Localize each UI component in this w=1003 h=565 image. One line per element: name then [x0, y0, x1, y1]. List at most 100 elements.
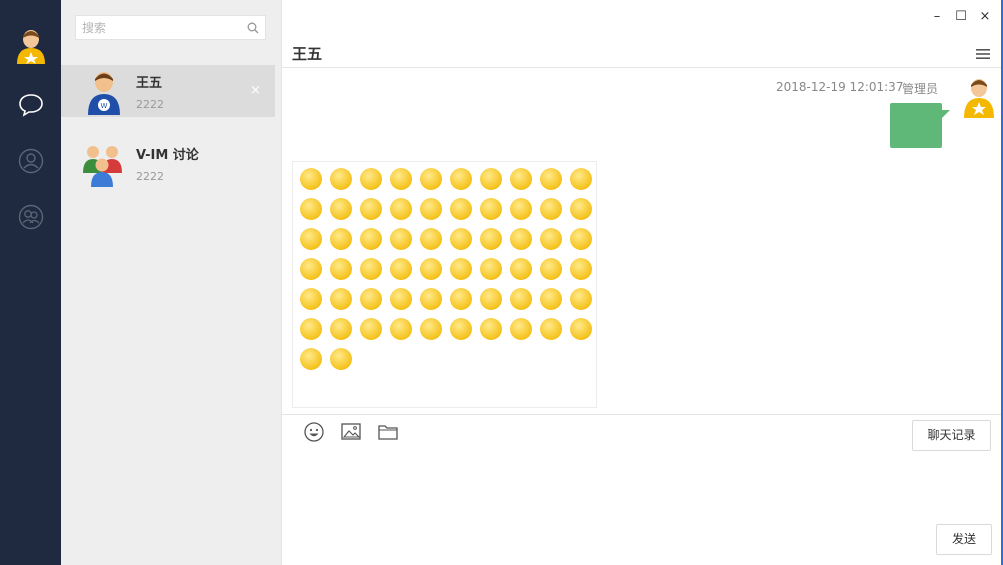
emoji-item[interactable]	[356, 164, 386, 194]
emoji-item[interactable]	[566, 194, 596, 224]
emoji-icon	[570, 288, 592, 310]
emoji-item[interactable]	[386, 254, 416, 284]
emoji-item[interactable]	[476, 314, 506, 344]
emoji-icon	[300, 288, 322, 310]
emoji-item[interactable]	[416, 194, 446, 224]
emoji-item[interactable]	[536, 224, 566, 254]
contacts-icon[interactable]	[18, 148, 44, 174]
emoji-item[interactable]	[296, 164, 326, 194]
emoji-item[interactable]	[506, 224, 536, 254]
emoji-icon	[390, 198, 412, 220]
emoji-icon	[510, 288, 532, 310]
emoji-item[interactable]	[326, 344, 356, 374]
contact-item[interactable]: V-IM 讨论 2222	[61, 137, 275, 189]
emoji-icon	[450, 258, 472, 280]
emoji-item[interactable]	[326, 164, 356, 194]
close-icon[interactable]: ×	[250, 83, 261, 98]
groups-icon[interactable]	[18, 204, 44, 230]
emoji-item[interactable]	[416, 224, 446, 254]
image-icon[interactable]	[340, 421, 362, 443]
emoji-item[interactable]	[326, 254, 356, 284]
emoji-item[interactable]	[566, 254, 596, 284]
emoji-item[interactable]	[506, 284, 536, 314]
emoji-item[interactable]	[296, 194, 326, 224]
emoji-item[interactable]	[296, 314, 326, 344]
sender-avatar	[964, 79, 994, 118]
emoji-item[interactable]	[296, 284, 326, 314]
emoji-item[interactable]	[566, 284, 596, 314]
emoji-item[interactable]	[326, 224, 356, 254]
emoji-item[interactable]	[386, 284, 416, 314]
emoji-item[interactable]	[326, 314, 356, 344]
emoji-item[interactable]	[416, 254, 446, 284]
emoji-item[interactable]	[296, 254, 326, 284]
emoji-icon	[330, 198, 352, 220]
menu-icon[interactable]	[976, 48, 990, 60]
emoji-item[interactable]	[566, 164, 596, 194]
emoji-item[interactable]	[326, 194, 356, 224]
emoji-item[interactable]	[446, 194, 476, 224]
minimize-button[interactable]: –	[928, 8, 946, 26]
emoji-item[interactable]	[476, 164, 506, 194]
emoji-item[interactable]	[506, 164, 536, 194]
emoji-icon	[300, 318, 322, 340]
emoji-item[interactable]	[506, 314, 536, 344]
emoji-icon	[510, 318, 532, 340]
emoji-item[interactable]	[416, 314, 446, 344]
emoji-item[interactable]	[476, 224, 506, 254]
group-avatar	[83, 146, 122, 187]
chat-history-button[interactable]: 聊天记录	[912, 420, 991, 451]
emoji-item[interactable]	[296, 224, 326, 254]
emoji-icon	[570, 228, 592, 250]
emoji-item[interactable]	[386, 314, 416, 344]
search-icon[interactable]	[247, 22, 259, 34]
emoji-item[interactable]	[566, 314, 596, 344]
send-button[interactable]: 发送	[936, 524, 992, 555]
emoji-item[interactable]	[386, 224, 416, 254]
emoji-item[interactable]	[356, 314, 386, 344]
emoji-item[interactable]	[536, 284, 566, 314]
emoji-item[interactable]	[356, 284, 386, 314]
emoji-item[interactable]	[386, 164, 416, 194]
maximize-button[interactable]: ☐	[952, 8, 970, 26]
emoji-item[interactable]	[326, 284, 356, 314]
chat-panel: – ☐ × 王五 2018-12-19 12:01:37 管理员 聊天记录 发送	[281, 0, 1003, 565]
emoji-item[interactable]	[536, 164, 566, 194]
emoji-icon	[360, 318, 382, 340]
emoji-item[interactable]	[356, 194, 386, 224]
emoji-item[interactable]	[296, 344, 326, 374]
emoji-item[interactable]	[476, 284, 506, 314]
emoji-icon	[330, 318, 352, 340]
emoji-icon	[450, 228, 472, 250]
emoji-item[interactable]	[416, 164, 446, 194]
contact-avatar: W	[88, 72, 120, 115]
folder-icon[interactable]	[377, 421, 399, 443]
emoji-icon	[390, 168, 412, 190]
emoji-item[interactable]	[446, 284, 476, 314]
emoji-item[interactable]	[536, 314, 566, 344]
emoji-item[interactable]	[536, 254, 566, 284]
emoji-item[interactable]	[536, 194, 566, 224]
message-input[interactable]	[286, 452, 986, 518]
input-divider	[282, 414, 1003, 415]
emoji-item[interactable]	[476, 194, 506, 224]
user-avatar[interactable]	[14, 28, 48, 64]
emoji-picker-icon[interactable]	[303, 421, 325, 443]
search-input[interactable]	[82, 19, 242, 36]
emoji-item[interactable]	[386, 194, 416, 224]
emoji-item[interactable]	[416, 284, 446, 314]
contact-item[interactable]: W 王五 2222 ×	[61, 65, 275, 117]
emoji-item[interactable]	[356, 224, 386, 254]
close-button[interactable]: ×	[976, 8, 994, 26]
emoji-item[interactable]	[446, 224, 476, 254]
chat-bubble-icon[interactable]	[18, 92, 44, 118]
emoji-item[interactable]	[446, 314, 476, 344]
emoji-icon	[510, 228, 532, 250]
emoji-item[interactable]	[506, 194, 536, 224]
emoji-item[interactable]	[446, 164, 476, 194]
emoji-item[interactable]	[356, 254, 386, 284]
emoji-item[interactable]	[476, 254, 506, 284]
emoji-item[interactable]	[566, 224, 596, 254]
emoji-item[interactable]	[506, 254, 536, 284]
emoji-item[interactable]	[446, 254, 476, 284]
